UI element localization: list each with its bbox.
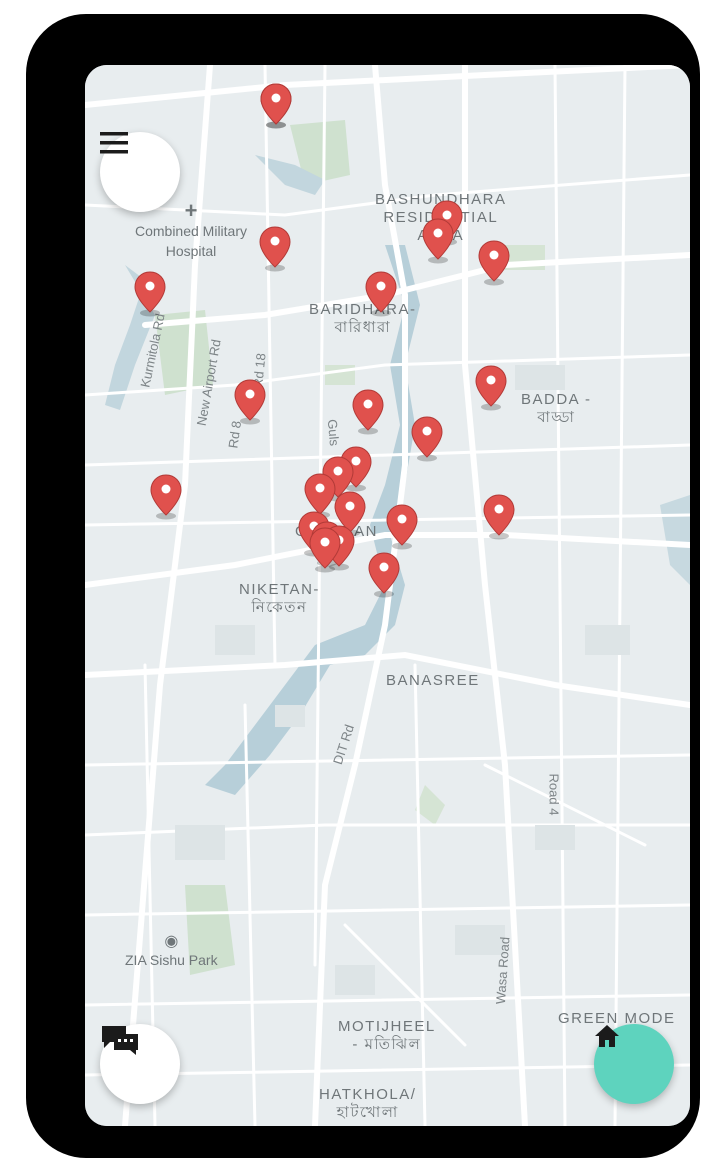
area-line: BANASREE — [386, 672, 480, 689]
location-marker-icon[interactable] — [410, 415, 444, 463]
menu-button[interactable] — [100, 132, 180, 212]
area-line: MOTIJHEEL — [338, 1018, 436, 1035]
poi-park-label: ZIA Sishu Park — [125, 952, 218, 968]
location-marker-icon[interactable] — [259, 82, 293, 130]
area-label-baridhara: BARIDHARA- বারিধারা — [309, 301, 417, 337]
location-marker-icon[interactable] — [385, 503, 419, 551]
area-line: বারিধারা — [334, 319, 392, 336]
location-marker-icon[interactable] — [233, 378, 267, 426]
area-line: হাটখোলা — [336, 1104, 399, 1121]
area-label-banasree: BANASREE — [386, 672, 480, 690]
location-marker-icon[interactable] — [351, 388, 385, 436]
location-marker-icon[interactable] — [477, 239, 511, 287]
area-label-hatkhola: HATKHOLA/ হাটখোলা — [319, 1086, 416, 1122]
area-line: বাড্ডা — [537, 409, 576, 426]
area-line: NIKETAN- — [239, 581, 320, 598]
area-label-badda: BADDA - বাড্ডা — [521, 391, 592, 427]
area-line: BARIDHARA- — [309, 301, 417, 318]
poi-park: ◉ ZIA Sishu Park — [125, 933, 218, 969]
location-marker-icon[interactable] — [133, 270, 167, 318]
location-marker-icon[interactable] — [482, 493, 516, 541]
location-marker-icon[interactable] — [149, 473, 183, 521]
device-frame: BASHUNDHARA RESIDENTIAL AREA BARIDHARA- … — [26, 14, 700, 1158]
road-label-road4: Road 4 — [546, 773, 562, 816]
location-marker-icon[interactable] — [308, 526, 342, 574]
chat-button[interactable] — [100, 1024, 180, 1104]
home-button[interactable] — [594, 1024, 674, 1104]
location-marker-icon[interactable] — [364, 270, 398, 318]
area-line: HATKHOLA/ — [319, 1086, 417, 1103]
pin-outline-icon: ◉ — [164, 933, 179, 950]
hamburger-menu-icon — [100, 132, 128, 154]
area-label-motijheel: MOTIJHEEL - মতিঝিল — [338, 1018, 436, 1054]
chat-bubbles-icon — [102, 1026, 138, 1055]
location-marker-icon[interactable] — [474, 364, 508, 412]
location-marker-icon[interactable] — [367, 551, 401, 599]
home-icon — [595, 1025, 619, 1047]
map-view[interactable]: BASHUNDHARA RESIDENTIAL AREA BARIDHARA- … — [85, 65, 690, 1126]
area-label-niketan: NIKETAN- নিকেতন — [239, 581, 320, 617]
area-line: BADDA - — [521, 391, 592, 408]
area-line: - মতিঝিল — [352, 1036, 422, 1053]
location-marker-icon[interactable] — [258, 225, 292, 273]
area-line: নিকেতন — [251, 599, 308, 616]
road-label-guls: Guls — [324, 418, 343, 447]
location-marker-icon[interactable] — [421, 217, 455, 265]
poi-hospital-label: Combined Military Hospital — [134, 223, 248, 259]
